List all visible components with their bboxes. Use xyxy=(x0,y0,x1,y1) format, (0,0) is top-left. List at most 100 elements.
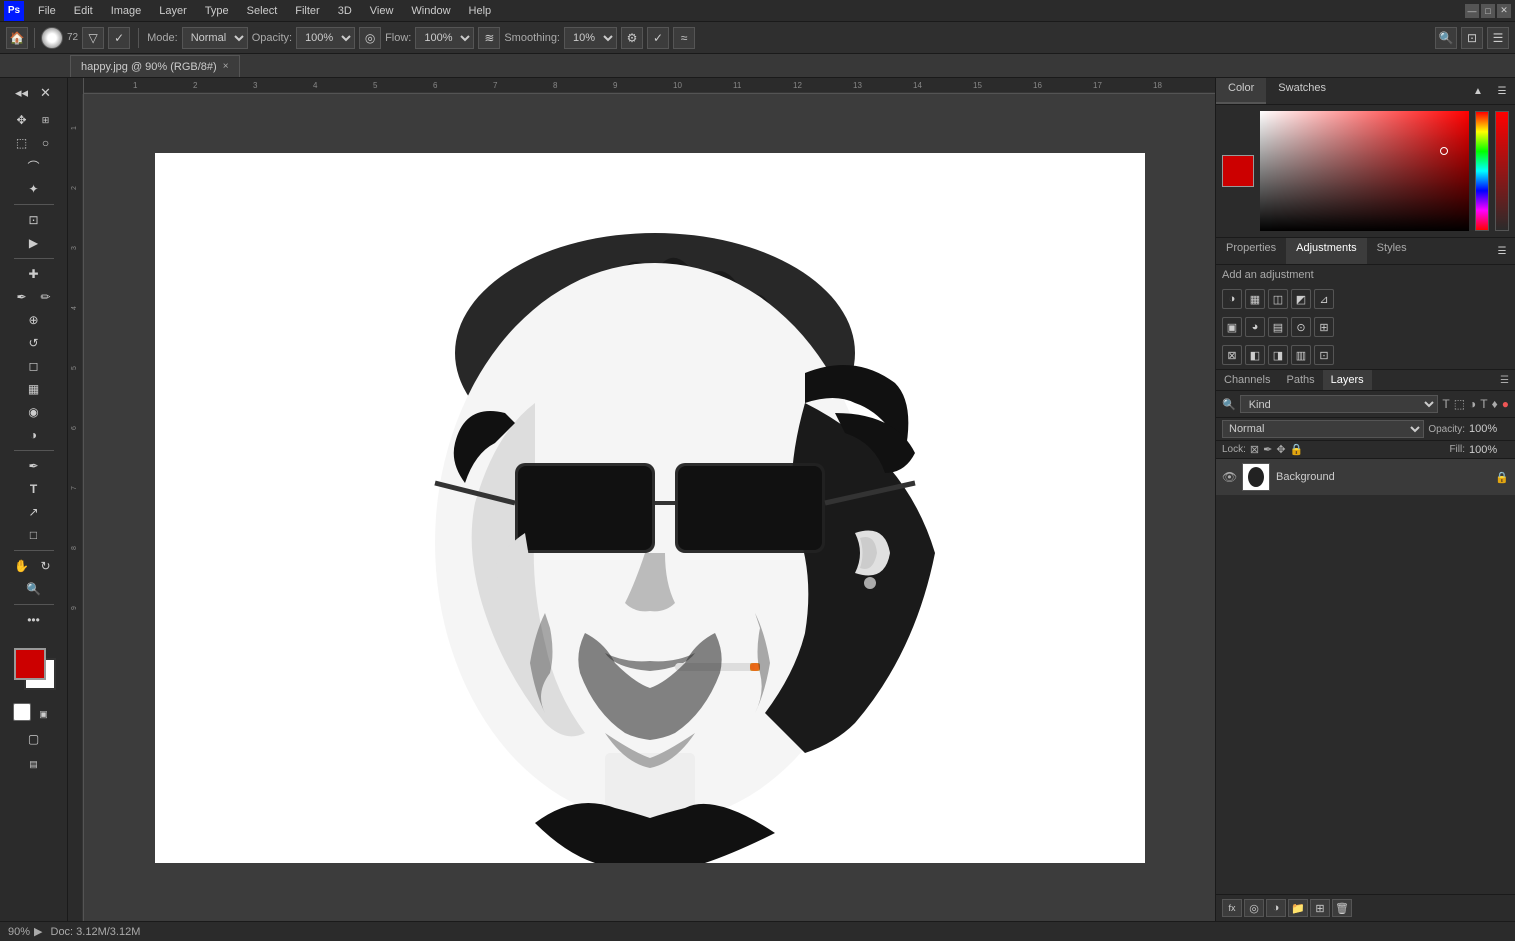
layer-mask-button[interactable]: ◎ xyxy=(1244,899,1264,917)
adj-exposure[interactable]: ◩ xyxy=(1291,289,1311,309)
airbrush-icon[interactable]: ◎ xyxy=(359,27,381,49)
lock-position-icon[interactable]: ✥ xyxy=(1276,443,1285,456)
pencil-tool[interactable]: ✏ xyxy=(35,286,57,308)
menu-view[interactable]: View xyxy=(362,3,402,19)
tab-properties[interactable]: Properties xyxy=(1216,238,1286,264)
menu-select[interactable]: Select xyxy=(239,3,286,19)
status-expand-arrow[interactable]: ▶ xyxy=(34,925,42,938)
layer-group-button[interactable]: 📁 xyxy=(1288,899,1308,917)
menu-3d[interactable]: 3D xyxy=(330,3,360,19)
layer-fx-button[interactable]: fx xyxy=(1222,899,1242,917)
move-tool[interactable]: ✥ xyxy=(11,109,33,131)
workspace-icon[interactable]: ☰ xyxy=(1487,27,1509,49)
layer-visibility-icon[interactable]: 👁 xyxy=(1222,470,1236,484)
adj-selective[interactable]: ▥ xyxy=(1291,345,1311,365)
tool-home[interactable]: 🏠 xyxy=(6,27,28,49)
alpha-slider[interactable] xyxy=(1495,111,1509,231)
text-tool[interactable]: T xyxy=(23,478,45,500)
color-gradient-picker[interactable] xyxy=(1260,111,1469,231)
minimize-button[interactable]: — xyxy=(1465,4,1479,18)
adj-gradient-map[interactable]: ◨ xyxy=(1268,345,1288,365)
gradient-tool[interactable]: ▦ xyxy=(23,378,45,400)
filter-pixel-icon[interactable]: ⬚ xyxy=(1454,397,1465,411)
blend-mode-select[interactable]: Normal xyxy=(182,27,248,49)
fill-value[interactable]: 100% xyxy=(1469,444,1509,456)
adj-brightness[interactable]: ◑ xyxy=(1222,289,1242,309)
symmetry-icon[interactable]: ✓ xyxy=(647,27,669,49)
eyedrop-tool[interactable]: ▶ xyxy=(23,232,45,254)
heal-tool[interactable]: ✚ xyxy=(23,263,45,285)
opacity-select[interactable]: 100% xyxy=(296,27,355,49)
menu-type[interactable]: Type xyxy=(197,3,237,19)
hand-tool[interactable]: ✋ xyxy=(11,555,33,577)
tab-close-button[interactable]: × xyxy=(223,61,229,72)
adj-posterize[interactable]: ⊠ xyxy=(1222,345,1242,365)
filter-toggle[interactable]: ● xyxy=(1502,397,1509,411)
menu-file[interactable]: File xyxy=(30,3,64,19)
new-layer-button[interactable]: ⊞ xyxy=(1310,899,1330,917)
layer-filter-select[interactable]: Kind xyxy=(1240,395,1439,413)
layer-blend-select[interactable]: Normal xyxy=(1222,420,1424,438)
layer-row[interactable]: 👁 Background 🔒 xyxy=(1216,459,1515,495)
brush-size-preview[interactable] xyxy=(41,27,63,49)
panel-close-icon[interactable]: ✕ xyxy=(35,82,57,104)
adj-threshold[interactable]: ◧ xyxy=(1245,345,1265,365)
adj-invert[interactable]: ⊡ xyxy=(1314,345,1334,365)
magic-wand-tool[interactable]: ✦ xyxy=(23,178,45,200)
tab-layers[interactable]: Layers xyxy=(1323,370,1372,390)
adj-levels[interactable]: ▦ xyxy=(1245,289,1265,309)
brush-toggle[interactable]: ✓ xyxy=(108,27,130,49)
brush-type-button[interactable]: ▽ xyxy=(82,27,104,49)
dodge-tool[interactable]: ◑ xyxy=(23,424,45,446)
filter-adj-icon[interactable]: ◑ xyxy=(1469,397,1476,411)
lock-all-icon[interactable]: 🔒 xyxy=(1290,443,1304,456)
eraser-tool[interactable]: ◻ xyxy=(23,355,45,377)
clone-stamp-tool[interactable]: ⊕ xyxy=(23,309,45,331)
color-panel-collapse[interactable]: ▲ xyxy=(1467,80,1489,102)
tab-swatches[interactable]: Swatches xyxy=(1266,78,1338,104)
edit-in-standard-mode[interactable] xyxy=(13,703,31,721)
search-icon[interactable]: 🔍 xyxy=(1435,27,1457,49)
image-canvas[interactable] xyxy=(155,153,1145,863)
layers-panel-menu[interactable]: ☰ xyxy=(1494,371,1515,390)
flow-icon[interactable]: ≋ xyxy=(478,27,500,49)
menu-help[interactable]: Help xyxy=(461,3,500,19)
filter-text-icon[interactable]: T xyxy=(1480,397,1487,411)
layer-adjustment-button[interactable]: ◑ xyxy=(1266,899,1286,917)
settings-icon[interactable]: ⚙ xyxy=(621,27,643,49)
pressure-icon[interactable]: ≈ xyxy=(673,27,695,49)
menu-filter[interactable]: Filter xyxy=(287,3,327,19)
lock-image-icon[interactable]: ✒ xyxy=(1263,443,1272,456)
screen-mode-btn[interactable]: ▢ xyxy=(23,728,45,750)
rotate-tool[interactable]: ↻ xyxy=(35,555,57,577)
ellipse-select-tool[interactable]: ○ xyxy=(35,132,57,154)
blur-tool[interactable]: ◉ xyxy=(23,401,45,423)
adj-bw[interactable]: ▤ xyxy=(1268,317,1288,337)
canvas-area[interactable]: 0 1 2 3 4 5 6 7 8 9 10 11 12 13 14 15 16 xyxy=(68,78,1215,921)
menu-edit[interactable]: Edit xyxy=(66,3,101,19)
shape-tool[interactable]: □ xyxy=(23,524,45,546)
arrange-icon[interactable]: ⊡ xyxy=(1461,27,1483,49)
maximize-button[interactable]: □ xyxy=(1481,4,1495,18)
lock-transparent-icon[interactable]: ⊠ xyxy=(1250,443,1259,456)
menu-window[interactable]: Window xyxy=(403,3,458,19)
adj-panel-menu[interactable]: ☰ xyxy=(1491,240,1513,262)
lasso-tool[interactable]: ⌒ xyxy=(23,155,45,177)
adj-curves[interactable]: ◫ xyxy=(1268,289,1288,309)
filter-icon[interactable]: T xyxy=(1442,397,1449,411)
adj-mixer[interactable]: ⊞ xyxy=(1314,317,1334,337)
edit-in-quickmask-mode[interactable]: ▣ xyxy=(33,703,55,725)
adj-hsl[interactable]: ▣ xyxy=(1222,317,1242,337)
adj-photofilter[interactable]: ⊙ xyxy=(1291,317,1311,337)
path-select-tool[interactable]: ↗ xyxy=(23,501,45,523)
foreground-color-swatch[interactable] xyxy=(14,648,46,680)
filter-smart-icon[interactable]: ♦ xyxy=(1492,397,1498,411)
menu-image[interactable]: Image xyxy=(103,3,150,19)
zoom-level[interactable]: ▤ xyxy=(14,753,54,775)
smoothing-select[interactable]: 10% xyxy=(564,27,617,49)
panel-collapse-icon[interactable]: ◂◂ xyxy=(11,82,33,104)
tab-paths[interactable]: Paths xyxy=(1278,370,1322,390)
history-brush-tool[interactable]: ↺ xyxy=(23,332,45,354)
close-button[interactable]: ✕ xyxy=(1497,4,1511,18)
tab-styles[interactable]: Styles xyxy=(1367,238,1417,264)
